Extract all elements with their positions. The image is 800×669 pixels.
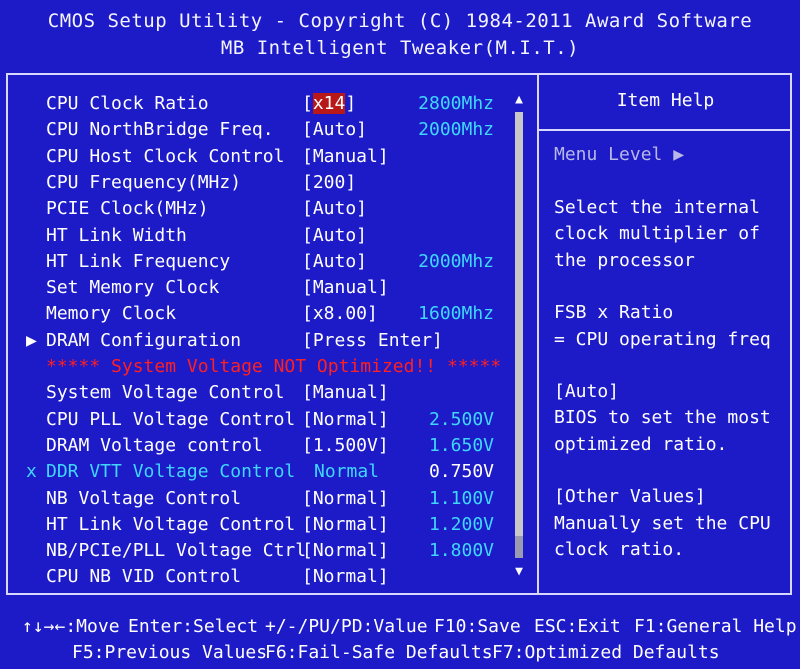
setting-row[interactable]: System Voltage Control [Manual]	[0, 380, 530, 406]
setting-value[interactable]: [Press Enter]	[302, 328, 443, 354]
footer-key-hint: +/-/PU/PD:Value	[265, 616, 428, 637]
setting-label: NB/PCIe/PLL Voltage Ctrl	[46, 540, 307, 561]
selected-value[interactable]: x14	[312, 93, 346, 114]
scroll-thumb[interactable]	[515, 536, 523, 558]
setting-info: 1600Mhz	[418, 303, 494, 324]
row-marker: x	[26, 461, 37, 482]
help-line: optimized ratio.	[554, 434, 728, 455]
setting-info: 1.800V	[428, 540, 494, 561]
scroll-up-icon[interactable]: ▲	[512, 92, 526, 107]
setting-label: Memory Clock	[46, 303, 177, 324]
setting-row[interactable]: Memory Clock [x8.00] 1600Mhz	[0, 301, 530, 327]
help-line: Manually set the CPU	[554, 513, 771, 534]
help-line: BIOS to set the most	[554, 407, 771, 428]
setting-row[interactable]: Set Memory Clock [Manual]	[0, 275, 530, 301]
setting-row[interactable]: CPU PLL Voltage Control [Normal] 2.500V	[0, 407, 530, 433]
setting-row[interactable]: NB/PCIe/PLL Voltage Ctrl [Normal] 1.800V	[0, 538, 530, 564]
setting-row[interactable]: HT Link Width [Auto]	[0, 223, 530, 249]
window-title: CMOS Setup Utility - Copyright (C) 1984-…	[47, 10, 753, 32]
setting-value[interactable]: [Auto]	[302, 249, 367, 275]
setting-value[interactable]: [x14]	[302, 91, 356, 117]
setting-label: DDR VTT Voltage Control	[46, 461, 296, 482]
help-line: = CPU operating freq	[554, 329, 771, 350]
setting-label: CPU PLL Voltage Control	[46, 409, 296, 430]
setting-label: CPU NorthBridge Freq.	[46, 119, 274, 140]
setting-value[interactable]: [1.500V]	[302, 433, 389, 459]
setting-info: 2000Mhz	[418, 119, 494, 140]
setting-row[interactable]: HT Link Voltage Control [Normal] 1.200V	[0, 512, 530, 538]
setting-value[interactable]: [Normal]	[302, 486, 389, 512]
setting-row[interactable]: ▶ DRAM Configuration [Press Enter]	[0, 328, 530, 354]
vertical-divider	[537, 73, 539, 595]
scrollbar[interactable]: ▲ ▼	[512, 92, 526, 580]
setting-info: 1.650V	[428, 435, 494, 456]
setting-row[interactable]: DRAM Voltage control [1.500V] 1.650V	[0, 433, 530, 459]
setting-row[interactable]: NB Voltage Control [Normal] 1.100V	[0, 486, 530, 512]
footer-key-hint: F7:Optimized Defaults	[492, 642, 720, 663]
footer-key-hint: F5:Previous Values	[72, 642, 268, 663]
menu-level: Menu Level ▶	[554, 144, 685, 165]
setting-row[interactable]: PCIE Clock(MHz) [Auto]	[0, 196, 530, 222]
setting-row[interactable]: CPU NB VID Control [Normal]	[0, 564, 530, 590]
setting-row[interactable]: CPU NorthBridge Freq. [Auto] 2000Mhz	[0, 117, 530, 143]
help-line: the processor	[554, 250, 695, 271]
setting-label: HT Link Width	[46, 225, 187, 246]
setting-value[interactable]: [Auto]	[302, 223, 367, 249]
setting-value[interactable]: [Auto]	[302, 196, 367, 222]
setting-label: Set Memory Clock	[46, 277, 220, 298]
setting-label: CPU NB VID Control	[46, 566, 242, 587]
setting-value[interactable]: [Normal]	[302, 538, 389, 564]
scroll-down-icon[interactable]: ▼	[512, 564, 526, 579]
setting-label: DRAM Voltage control	[46, 435, 263, 456]
setting-label: HT Link Voltage Control	[46, 514, 296, 535]
setting-value[interactable]: [Normal]	[302, 512, 389, 538]
setting-info: 1.200V	[428, 514, 494, 535]
footer-key-hint: ↑↓→←:Move	[22, 616, 120, 637]
footer-key-hint: F6:Fail-Safe Defaults	[265, 642, 493, 663]
setting-info: 1.100V	[428, 488, 494, 509]
setting-info: 2.500V	[428, 409, 494, 430]
setting-label: HT Link Frequency	[46, 251, 231, 272]
footer-key-hint: Enter:Select	[128, 616, 259, 637]
help-title: Item Help	[616, 90, 715, 111]
footer-key-hint: F10:Save	[434, 616, 521, 637]
setting-row[interactable]: CPU Clock Ratio [x14] 2800Mhz	[0, 91, 530, 117]
setting-value[interactable]: [200]	[302, 170, 356, 196]
setting-value[interactable]: [Normal]	[302, 407, 389, 433]
setting-row[interactable]: CPU Frequency(MHz) [200]	[0, 170, 530, 196]
footer-key-hint: ESC:Exit	[534, 616, 621, 637]
help-line: [Other Values]	[554, 486, 706, 507]
setting-row[interactable]: HT Link Frequency [Auto] 2000Mhz	[0, 249, 530, 275]
setting-value: Normal	[314, 461, 380, 482]
page-title: MB Intelligent Tweaker(M.I.T.)	[220, 37, 580, 59]
setting-row: x DDR VTT Voltage Control Normal 0.750V	[0, 459, 530, 485]
help-line: clock multiplier of	[554, 223, 760, 244]
setting-value[interactable]: [Normal]	[302, 564, 389, 590]
footer-key-hint: F1:General Help	[634, 616, 797, 637]
submenu-arrow-icon: ▶	[26, 330, 37, 351]
setting-label: PCIE Clock(MHz)	[46, 198, 209, 219]
setting-label: CPU Clock Ratio	[46, 93, 209, 114]
setting-label: System Voltage Control	[46, 382, 285, 403]
help-line: FSB x Ratio	[554, 302, 674, 323]
voltage-warning: ***** System Voltage NOT Optimized!! ***…	[46, 356, 502, 377]
setting-info: 2800Mhz	[418, 93, 494, 114]
help-line: clock ratio.	[554, 539, 685, 560]
setting-label: DRAM Configuration	[46, 330, 242, 351]
help-line: [Auto]	[554, 381, 620, 402]
setting-label: CPU Host Clock Control	[46, 146, 285, 167]
setting-value[interactable]: [x8.00]	[302, 301, 378, 327]
setting-value[interactable]: [Auto]	[302, 117, 367, 143]
setting-value[interactable]: [Manual]	[302, 275, 389, 301]
setting-label: CPU Frequency(MHz)	[46, 172, 242, 193]
scroll-track[interactable]	[515, 112, 523, 558]
help-line: Select the internal	[554, 197, 760, 218]
setting-value[interactable]: [Manual]	[302, 380, 389, 406]
setting-info: 0.750V	[428, 461, 494, 482]
setting-value[interactable]: [Manual]	[302, 144, 389, 170]
help-divider	[539, 129, 792, 131]
setting-label: NB Voltage Control	[46, 488, 242, 509]
setting-info: 2000Mhz	[418, 251, 494, 272]
setting-row[interactable]: CPU Host Clock Control [Manual]	[0, 144, 530, 170]
